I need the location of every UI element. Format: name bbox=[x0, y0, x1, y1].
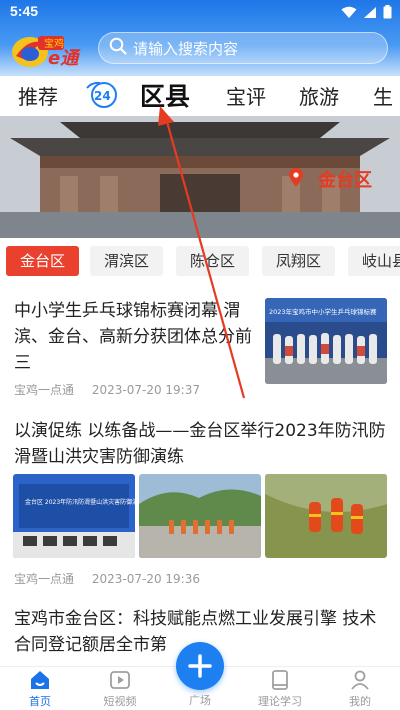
banner-location-label: 金台区 bbox=[318, 170, 372, 191]
user-icon bbox=[349, 669, 371, 695]
channel-tabs: 推荐 24 区县 宝评 旅游 生 bbox=[0, 76, 400, 116]
news-title-1: 中小学生乒乓球锦标赛闭幕 渭滨、金台、高新分获团体总分前三 bbox=[14, 301, 252, 373]
news-thumb-2a-caption: 金台区 2023年防汛防滑暨山洪灾害防御演练 bbox=[25, 498, 135, 506]
tab-recommend[interactable]: 推荐 bbox=[18, 81, 58, 110]
app-logo[interactable]: 宝鸡 e通 bbox=[8, 30, 92, 70]
news-thumb-1: 2023年宝鸡市中小学生乒乓球锦标赛 bbox=[265, 298, 387, 384]
tab-district[interactable]: 区县 bbox=[140, 77, 190, 113]
tab-review[interactable]: 宝评 bbox=[226, 81, 266, 110]
nav-home-label: 首页 bbox=[29, 695, 51, 708]
tab-24h[interactable]: 24 bbox=[82, 80, 122, 115]
nav-theory-study-label: 理论学习 bbox=[258, 695, 302, 708]
news-thumb-2c bbox=[265, 474, 387, 558]
search-icon bbox=[109, 37, 127, 59]
news-title-2: 以演促练 以练备战——金台区举行2023年防汛防滑暨山洪灾害防御演练 bbox=[14, 421, 386, 467]
chip-weibin[interactable]: 渭滨区 bbox=[90, 246, 164, 276]
news-meta-1: 宝鸡一点通 2023-07-20 19:37 bbox=[14, 381, 200, 398]
tab-life[interactable]: 生 bbox=[373, 81, 393, 110]
home-icon bbox=[29, 669, 51, 695]
tab-travel[interactable]: 旅游 bbox=[299, 81, 339, 110]
news-thumb-2a: 金台区 2023年防汛防滑暨山洪灾害防御演练 bbox=[13, 474, 135, 558]
plaza-fab-button[interactable] bbox=[176, 642, 224, 690]
status-icons bbox=[341, 4, 392, 23]
district-chips: 金台区 渭滨区 陈仓区 凤翔区 岐山县 bbox=[0, 244, 400, 280]
location-pin-icon bbox=[288, 168, 304, 192]
clock-24-icon: 24 bbox=[86, 81, 117, 108]
news-thumb-2b bbox=[139, 474, 261, 558]
nav-mine[interactable]: 我的 bbox=[320, 667, 400, 710]
search-placeholder: 请输入搜索内容 bbox=[133, 39, 239, 58]
logo-text-main: e通 bbox=[48, 48, 81, 69]
signal-icon bbox=[363, 4, 377, 23]
plus-icon bbox=[188, 654, 212, 678]
news-meta-2: 宝鸡一点通 2023-07-20 19:36 bbox=[14, 570, 200, 587]
nav-home[interactable]: 首页 bbox=[0, 667, 80, 710]
nav-short-video[interactable]: 短视频 bbox=[80, 667, 160, 710]
news-time-2: 2023-07-20 19:36 bbox=[91, 572, 200, 586]
chip-jintai[interactable]: 金台区 bbox=[6, 246, 80, 276]
news-time-1: 2023-07-20 19:37 bbox=[91, 383, 200, 397]
chip-chencang[interactable]: 陈仓区 bbox=[176, 246, 250, 276]
chip-qishan[interactable]: 岐山县 bbox=[348, 246, 400, 276]
search-bar[interactable]: 请输入搜索内容 bbox=[98, 32, 388, 64]
tab-24h-label: 24 bbox=[94, 89, 111, 103]
news-source-2: 宝鸡一点通 bbox=[14, 572, 75, 586]
nav-short-video-label: 短视频 bbox=[103, 695, 137, 708]
wifi-icon bbox=[341, 4, 357, 23]
video-icon bbox=[109, 669, 131, 695]
app-screen: 5:45 宝鸡 e通 请输入搜索内容 推荐 24 区县 宝评 旅游 生 金台区 … bbox=[0, 0, 400, 710]
status-time: 5:45 bbox=[10, 3, 39, 19]
district-banner[interactable]: 金台区 bbox=[0, 116, 400, 238]
nav-theory-study[interactable]: 理论学习 bbox=[240, 667, 320, 710]
nav-plaza-label: 广场 bbox=[189, 694, 211, 707]
news-source-1: 宝鸡一点通 bbox=[14, 383, 75, 397]
app-header: 5:45 宝鸡 e通 请输入搜索内容 bbox=[0, 0, 400, 76]
status-bar: 5:45 bbox=[0, 0, 400, 24]
news-thumb-1-caption: 2023年宝鸡市中小学生乒乓球锦标赛 bbox=[269, 307, 377, 316]
battery-icon bbox=[383, 4, 392, 23]
nav-mine-label: 我的 bbox=[349, 695, 371, 708]
chip-fengxiang[interactable]: 凤翔区 bbox=[262, 246, 336, 276]
book-icon bbox=[269, 669, 291, 695]
